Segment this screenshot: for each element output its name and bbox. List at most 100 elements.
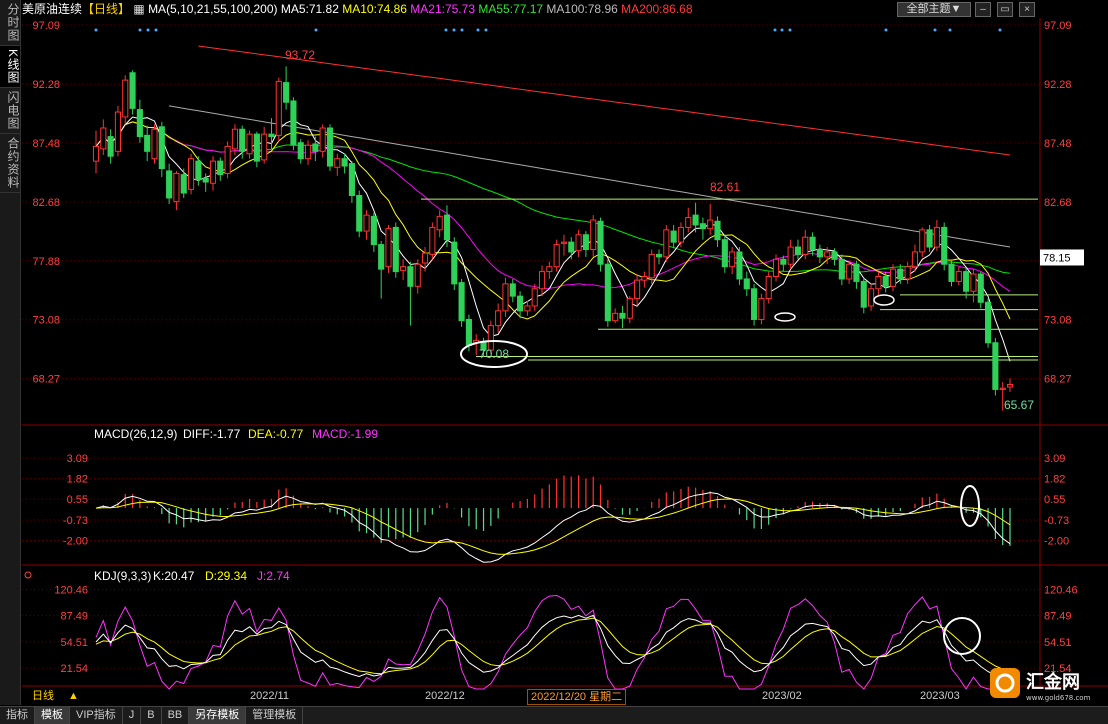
candle-body [963, 271, 970, 292]
candle-body [911, 251, 919, 268]
candle-body [831, 251, 838, 260]
signal-dot [138, 28, 142, 32]
kdj-tick-left: 120.46 [54, 585, 88, 597]
candle-body [677, 226, 685, 243]
candle-body [597, 220, 604, 265]
macd-title: MACD(26,12,9) [94, 427, 177, 441]
annotation-circle-3 [873, 294, 895, 306]
candle-body [670, 230, 677, 243]
period-dropdown-icon[interactable]: ▲ [68, 688, 79, 705]
candle-body [955, 271, 962, 282]
kdj-d-line [95, 617, 1011, 675]
candle-body [663, 229, 670, 258]
bottom-tab-7[interactable]: 管理模板 [246, 707, 304, 724]
macd-diff-line [95, 492, 1011, 563]
candle-body [304, 144, 312, 160]
candle-body [92, 145, 100, 162]
bottom-tab-3[interactable]: J [123, 707, 142, 724]
period-selector[interactable]: 日线 [32, 688, 54, 705]
candle-body [231, 128, 238, 150]
candle-body [765, 276, 772, 300]
candle-body [531, 288, 538, 307]
candle-body [114, 111, 121, 152]
macd-tick-left: 3.09 [67, 453, 88, 465]
ma21-line [110, 121, 1011, 292]
signal-dot [788, 28, 792, 32]
price-tick-left: 97.09 [32, 20, 60, 32]
candle-body [509, 283, 516, 297]
candle-body [502, 283, 509, 312]
bottom-tab-5[interactable]: BB [162, 707, 190, 724]
bottom-tab-4[interactable]: B [141, 707, 162, 724]
candle-body [816, 249, 823, 258]
macd-tick-right: 3.09 [1044, 453, 1065, 465]
x-axis-bar: 日线 ▲ 2022/11 2022/12 2023/02 2023/03 2022/12/2… [22, 688, 1108, 705]
signal-dot [773, 28, 777, 32]
candle-body [224, 145, 231, 174]
macd-tick-right: 1.82 [1044, 474, 1065, 486]
signal-dot [460, 28, 464, 32]
price-tick-left: 82.68 [32, 197, 60, 209]
candle-body [692, 214, 699, 226]
candle-body [239, 128, 246, 152]
candle-body [341, 158, 348, 167]
macd-tick-right: 0.55 [1044, 494, 1065, 506]
candle-body [904, 266, 911, 280]
candle-body [378, 244, 385, 270]
candle-body [553, 244, 560, 268]
signal-dot [314, 28, 318, 32]
candle-body [626, 298, 633, 319]
price-tick-left: 87.48 [32, 138, 60, 150]
candle-body [926, 229, 933, 248]
kdj-j-line [95, 594, 1011, 690]
macd-dea: DEA:-0.77 [248, 427, 304, 441]
candle-body [897, 268, 904, 280]
kdj-tick-left: 54.51 [60, 637, 88, 649]
cursor-date-label: 2022/12/20 星期二 [527, 689, 627, 705]
candle-body [985, 301, 992, 344]
annotation-circle-2 [774, 312, 796, 322]
candle-body [604, 263, 611, 322]
macd-value: MACD:-1.99 [312, 427, 378, 441]
signal-dot [476, 28, 480, 32]
bottom-tab-0[interactable]: 指标 [0, 707, 35, 724]
candle-body [187, 158, 195, 190]
candle-body [787, 246, 794, 265]
candle-body [202, 177, 209, 183]
signal-dot [146, 28, 150, 32]
candle-body [619, 312, 626, 319]
candle-body [794, 246, 802, 255]
macd-tick-left: 0.55 [67, 494, 88, 506]
bottom-tab-2[interactable]: VIP指标 [70, 707, 123, 724]
kdj-tick-left: 21.54 [60, 663, 88, 675]
price-tick-right: 68.27 [1044, 374, 1072, 386]
signal-dot [94, 28, 98, 32]
price-tick-left: 68.27 [32, 374, 60, 386]
candle-body [802, 236, 809, 255]
price-tick-right: 92.28 [1044, 79, 1072, 91]
ma5-line [95, 116, 1011, 362]
candle-body [714, 220, 721, 241]
annotation-low-1: 70.08 [479, 347, 509, 361]
signal-dot [444, 28, 448, 32]
macd-diff: DIFF:-1.77 [183, 427, 241, 441]
candle-body [195, 160, 202, 181]
price-tick-right: 73.08 [1044, 315, 1072, 327]
bottom-tab-bar: 指标 模板 VIP指标 J B BB 另存模板 管理模板 [0, 706, 1108, 724]
chart-canvas[interactable]: 97.09 97.09 92.28 92.28 87.48 87.48 82.68 82.68… [0, 0, 1108, 705]
price-tick-left: 92.28 [32, 79, 60, 91]
candle-body [458, 282, 465, 322]
bottom-tab-6[interactable]: 另存模板 [189, 707, 247, 724]
watermark-logo-icon [990, 668, 1020, 698]
candle-body [517, 295, 524, 312]
x-axis-label: 2022/11 [250, 690, 289, 702]
last-price-value: 78.15 [1043, 252, 1071, 264]
candle-body [868, 288, 875, 307]
candle-body [699, 223, 706, 230]
signal-dot [452, 28, 456, 32]
candle-body [838, 258, 845, 280]
candle-body [407, 266, 414, 287]
bottom-tab-1[interactable]: 模板 [35, 707, 70, 724]
candle-body [144, 134, 151, 152]
candle-body [721, 239, 728, 268]
